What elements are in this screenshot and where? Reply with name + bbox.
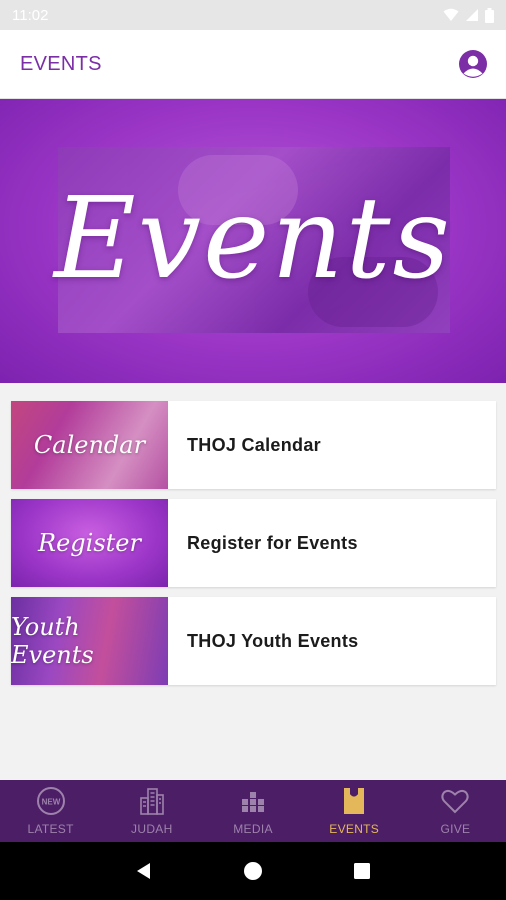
register-thumbnail: Register [11, 499, 168, 587]
new-badge-icon: NEW [36, 786, 66, 816]
battery-icon [485, 7, 494, 23]
recents-button[interactable] [347, 856, 377, 886]
status-time: 11:02 [12, 6, 49, 24]
nav-label: LATEST [27, 822, 74, 836]
recents-square-icon [353, 863, 370, 879]
home-circle-icon [243, 862, 262, 880]
back-triangle-icon [137, 863, 151, 879]
nav-label: EVENTS [329, 822, 380, 836]
nav-tab-media[interactable]: MEDIA [202, 780, 303, 842]
nav-tab-events[interactable]: EVENTS [304, 780, 405, 842]
nav-label: JUDAH [131, 822, 173, 836]
thumbnail-text: Calendar [33, 431, 146, 459]
bottom-nav: NEW LATEST JUDAH MEDIA EVENTS GIVE [0, 780, 506, 842]
new-badge-text: NEW [41, 798, 60, 807]
page-title: EVENTS [20, 52, 102, 75]
nav-label: MEDIA [233, 822, 273, 836]
back-button[interactable] [129, 856, 159, 886]
list-item-youth-events[interactable]: Youth Events THOJ Youth Events [11, 597, 496, 685]
list-item-register[interactable]: Register Register for Events [11, 499, 496, 587]
status-bar: 11:02 [0, 0, 506, 30]
cellular-signal-icon [466, 9, 478, 21]
events-hero-banner: Events [0, 99, 506, 383]
youth-events-thumbnail: Youth Events [11, 597, 168, 685]
list-item-calendar[interactable]: Calendar THOJ Calendar [11, 401, 496, 489]
app-bar: EVENTS [0, 30, 506, 99]
nav-tab-judah[interactable]: JUDAH [101, 780, 202, 842]
list-item-label: Register for Events [187, 532, 358, 553]
status-icons [443, 7, 494, 23]
hero-title: Events [54, 174, 452, 304]
nav-label: GIVE [440, 822, 471, 836]
ticket-icon [339, 786, 369, 816]
nav-tab-give[interactable]: GIVE [405, 780, 506, 842]
nav-tab-latest[interactable]: NEW LATEST [0, 780, 101, 842]
calendar-thumbnail: Calendar [11, 401, 168, 489]
buildings-icon [137, 786, 167, 816]
heart-icon [440, 786, 470, 816]
system-navigation-bar [0, 842, 506, 900]
events-list: Calendar THOJ Calendar Register Register… [11, 401, 496, 695]
media-blocks-icon [238, 786, 268, 816]
thumbnail-text: Youth Events [11, 613, 94, 669]
home-button[interactable] [238, 856, 268, 886]
list-item-label: THOJ Calendar [187, 434, 321, 455]
thumbnail-text: Register [38, 529, 141, 557]
list-item-label: THOJ Youth Events [187, 630, 359, 651]
profile-icon[interactable] [458, 49, 488, 79]
wifi-icon [443, 8, 459, 21]
